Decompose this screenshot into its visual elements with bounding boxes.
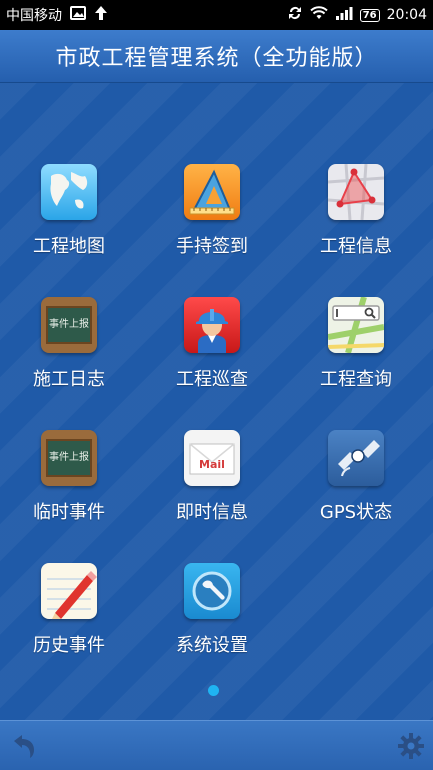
mail-icon: Mail bbox=[184, 430, 240, 486]
page-indicator-dot bbox=[208, 685, 219, 696]
satellite-icon bbox=[328, 430, 384, 486]
carrier-label: 中国移动 bbox=[6, 8, 62, 24]
grid-item-project-map[interactable]: 工程地图 bbox=[4, 164, 134, 274]
page-title: 市政工程管理系统（全功能版） bbox=[55, 46, 378, 71]
back-icon[interactable] bbox=[10, 733, 38, 759]
blackboard-icon: 事件上报 bbox=[41, 430, 97, 486]
blackboard-icon: 事件上报 bbox=[41, 297, 97, 353]
sync-icon bbox=[287, 5, 303, 25]
grid-item-label: 工程查询 bbox=[320, 369, 392, 390]
worker-helmet-icon bbox=[184, 297, 240, 353]
wifi-icon bbox=[310, 6, 328, 24]
status-bar: 中国移动 76 20:04 bbox=[0, 0, 433, 30]
grid-item-label: GPS状态 bbox=[319, 502, 393, 523]
ruler-triangle-icon bbox=[184, 164, 240, 220]
grid-item-temporary-event[interactable]: 事件上报 临时事件 bbox=[4, 430, 134, 540]
grid-item-handheld-checkin[interactable]: 手持签到 bbox=[147, 164, 277, 274]
grid-item-gps-status[interactable]: GPS状态 bbox=[291, 430, 421, 540]
grid-item-label: 即时信息 bbox=[176, 502, 248, 523]
grid-item-history-event[interactable]: 历史事件 bbox=[4, 563, 134, 673]
search-map-icon bbox=[328, 297, 384, 353]
grid-item-project-info[interactable]: 工程信息 bbox=[291, 164, 421, 274]
grid-item-label: 历史事件 bbox=[33, 635, 105, 656]
gear-icon[interactable] bbox=[397, 732, 425, 760]
grid-item-label: 系统设置 bbox=[176, 635, 248, 656]
grid-item-instant-message[interactable]: Mail 即时信息 bbox=[147, 430, 277, 540]
image-icon bbox=[70, 6, 86, 24]
globe-map-icon bbox=[41, 164, 97, 220]
grid-item-label: 手持签到 bbox=[176, 236, 248, 257]
grid-item-project-inspection[interactable]: 工程巡查 bbox=[147, 297, 277, 407]
grid-item-label: 施工日志 bbox=[33, 369, 105, 390]
blackboard-text: 事件上报 bbox=[46, 306, 92, 344]
grid-item-label: 临时事件 bbox=[33, 502, 105, 523]
svg-text:Mail: Mail bbox=[199, 458, 225, 471]
clock: 20:04 bbox=[386, 7, 427, 23]
blackboard-text: 事件上报 bbox=[46, 439, 92, 477]
map-pin-icon bbox=[328, 164, 384, 220]
grid-item-label: 工程地图 bbox=[33, 236, 105, 257]
app-grid: 工程地图 手持签到 工程信息 事件上报 施工日志 工程巡查 工程查询 事件上报 … bbox=[0, 83, 433, 720]
wrench-settings-icon bbox=[184, 563, 240, 619]
battery-icon: 76 bbox=[359, 8, 380, 22]
app-title-bar: 市政工程管理系统（全功能版） bbox=[0, 30, 433, 83]
grid-item-project-query[interactable]: 工程查询 bbox=[291, 297, 421, 407]
grid-item-system-settings[interactable]: 系统设置 bbox=[147, 563, 277, 673]
grid-item-label: 工程巡查 bbox=[176, 369, 248, 390]
pencil-note-icon bbox=[41, 563, 97, 619]
upload-arrow-icon bbox=[94, 5, 108, 25]
grid-item-label: 工程信息 bbox=[320, 236, 392, 257]
signal-icon bbox=[335, 6, 353, 24]
grid-item-construction-log[interactable]: 事件上报 施工日志 bbox=[4, 297, 134, 407]
bottom-toolbar bbox=[0, 720, 433, 770]
